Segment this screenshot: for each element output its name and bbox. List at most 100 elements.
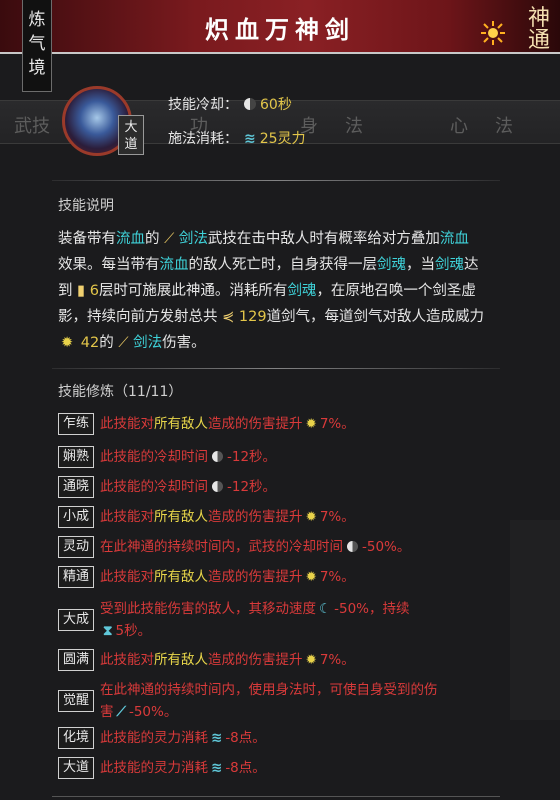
projectile-icon: ⋞ bbox=[222, 309, 235, 325]
desc-text: 装备带有 bbox=[58, 231, 116, 247]
training-item: 圆满 此技能对所有敌人造成的伤害提升 ✹ 7%。 bbox=[58, 649, 355, 671]
keyword-sword-art: 剑法 bbox=[178, 231, 208, 247]
mod-value: -12秒。 bbox=[227, 479, 277, 495]
training-item: 化境 此技能的灵力消耗 ≋ -8点。 bbox=[58, 727, 266, 749]
cost-row: 施法消耗： ≋ 25灵力 bbox=[168, 128, 306, 148]
dash-icon: ⟋ bbox=[116, 704, 126, 720]
power-icon: ✹ bbox=[305, 416, 317, 432]
background-tab: 法 bbox=[495, 116, 513, 137]
mod-value: -50%。 bbox=[128, 704, 178, 720]
realm-tag: 炼气境 bbox=[22, 0, 52, 92]
training-item: 精通 此技能对所有敌人造成的伤害提升 ✹ 7%。 bbox=[58, 566, 355, 588]
mod-value: 7%。 bbox=[319, 652, 355, 668]
training-tier-tag: 大道 bbox=[58, 757, 94, 779]
mod-target: 所有敌人 bbox=[154, 416, 208, 432]
training-item: 娴熟 此技能的冷却时间 -12秒。 bbox=[58, 446, 276, 468]
mod-value: -50%，持续 bbox=[334, 601, 410, 617]
scroll-icon: ▮ bbox=[77, 283, 86, 299]
mod-text: 造成的伤害提升 bbox=[208, 416, 303, 432]
mod-target: 所有敌人 bbox=[154, 569, 208, 585]
slow-icon: ☾ bbox=[319, 601, 332, 617]
training-tier-tag: 乍练 bbox=[58, 413, 94, 435]
skill-description: 装备带有流血的 ⟋ 剑法武技在击中敌人时有概率给对方叠加流血 效果。每当带有流血… bbox=[58, 226, 528, 356]
description-title: 技能说明 bbox=[58, 198, 114, 214]
cooldown-icon bbox=[212, 481, 223, 492]
desc-text: ，当 bbox=[406, 257, 435, 273]
mod-value: 7%。 bbox=[319, 509, 355, 525]
spirit-power-icon: ≋ bbox=[211, 730, 223, 746]
divider bbox=[52, 796, 500, 797]
mod-text: 造成的伤害提升 bbox=[208, 509, 303, 525]
background-tab: 武技 bbox=[14, 116, 50, 137]
hourglass-icon: ⧗ bbox=[103, 623, 113, 639]
desc-text: 达 bbox=[464, 257, 479, 273]
mod-value: 5秒。 bbox=[115, 623, 152, 639]
cost-label: 施法消耗： bbox=[168, 131, 238, 147]
mod-text: 在此神通的持续时间内，武技的冷却时间 bbox=[100, 539, 343, 555]
training-item: 大道 此技能的灵力消耗 ≋ -8点。 bbox=[58, 757, 266, 779]
divider bbox=[52, 180, 500, 181]
background-tab: 法 bbox=[345, 116, 363, 137]
desc-text: 到 bbox=[58, 283, 73, 299]
training-tier-tag: 化境 bbox=[58, 727, 94, 749]
power-icon: ✹ bbox=[305, 509, 317, 525]
mod-text: 在此神通的持续时间内，使用身法时，可使自身受到的伤 bbox=[100, 682, 438, 698]
desc-text: 伤害。 bbox=[162, 335, 206, 351]
training-tier-tag: 灵动 bbox=[58, 536, 94, 558]
desc-text: 影，持续向前方发射总共 bbox=[58, 309, 218, 325]
cost-value: 25灵力 bbox=[259, 131, 306, 147]
spirit-power-icon: ≋ bbox=[211, 760, 223, 776]
background-tab: 心 bbox=[450, 116, 468, 137]
tooltip-header: 炽血万神剑 神通 bbox=[0, 0, 560, 54]
mod-value: -8点。 bbox=[225, 730, 266, 746]
keyword-sword-soul: 剑魂 bbox=[435, 257, 464, 273]
mod-text: 此技能的灵力消耗 bbox=[100, 760, 208, 776]
mod-text: 此技能对 bbox=[100, 569, 154, 585]
training-item: 灵动 在此神通的持续时间内，武技的冷却时间 -50%。 bbox=[58, 536, 410, 558]
keyword-bleed: 流血 bbox=[159, 257, 189, 273]
background-side-panel bbox=[510, 520, 560, 720]
mod-text: 害 bbox=[100, 704, 114, 720]
power-icon: ✹ bbox=[305, 569, 317, 585]
training-tier-tag: 通晓 bbox=[58, 476, 94, 498]
training-tier-tag: 圆满 bbox=[58, 649, 94, 671]
cooldown-icon bbox=[244, 98, 256, 110]
power-value: 42 bbox=[80, 335, 100, 351]
mod-target: 所有敌人 bbox=[154, 509, 208, 525]
mod-target: 所有敌人 bbox=[154, 652, 208, 668]
desc-text: 的敌人死亡时，自身获得一层 bbox=[188, 257, 378, 273]
divider bbox=[52, 368, 500, 369]
cooldown-icon bbox=[347, 541, 358, 552]
mod-value: -50%。 bbox=[362, 539, 411, 555]
mod-text: 造成的伤害提升 bbox=[208, 569, 303, 585]
power-icon: ✹ bbox=[61, 335, 74, 351]
mod-text: 此技能对 bbox=[100, 416, 154, 432]
keyword-bleed: 流血 bbox=[439, 231, 469, 247]
mod-value: 7%。 bbox=[319, 416, 355, 432]
desc-text: 道剑气，每道剑气对敌人造成威力 bbox=[266, 309, 485, 325]
desc-text: 效果。每当带有 bbox=[58, 257, 160, 273]
desc-text: 层时可施展此神通。消耗所有 bbox=[98, 283, 288, 299]
training-item: 小成 此技能对所有敌人造成的伤害提升 ✹ 7%。 bbox=[58, 506, 355, 528]
sword-icon: ⟋ bbox=[164, 231, 175, 247]
training-tier-tag: 精通 bbox=[58, 566, 94, 588]
cooldown-label: 技能冷却： bbox=[168, 97, 238, 113]
cooldown-icon bbox=[212, 451, 223, 462]
training-item: 觉醒在此神通的持续时间内，使用身法时，可使自身受到的伤害 ⟋ -50%。 bbox=[58, 679, 438, 723]
cooldown-row: 技能冷却： 60秒 bbox=[168, 94, 292, 114]
mod-value: -12秒。 bbox=[227, 449, 277, 465]
desc-text: ，在原地召唤一个剑圣虚 bbox=[316, 283, 476, 299]
mod-value: 7%。 bbox=[319, 569, 355, 585]
spirit-power-icon: ≋ bbox=[244, 131, 256, 147]
training-item: 乍练 此技能对所有敌人造成的伤害提升 ✹ 7%。 bbox=[58, 413, 355, 435]
cooldown-value: 60秒 bbox=[260, 97, 292, 113]
keyword-bleed: 流血 bbox=[116, 231, 145, 247]
burst-icon bbox=[481, 21, 505, 45]
mod-value: -8点。 bbox=[225, 760, 266, 776]
mod-text: 受到此技能伤害的敌人，其移动速度 bbox=[100, 601, 316, 617]
skill-title: 炽血万神剑 bbox=[205, 15, 355, 44]
desc-text: 的 bbox=[145, 231, 160, 247]
keyword-sword-soul: 剑魂 bbox=[287, 283, 317, 299]
mod-text: 造成的伤害提升 bbox=[208, 652, 303, 668]
stack-count: 6 bbox=[89, 283, 99, 299]
